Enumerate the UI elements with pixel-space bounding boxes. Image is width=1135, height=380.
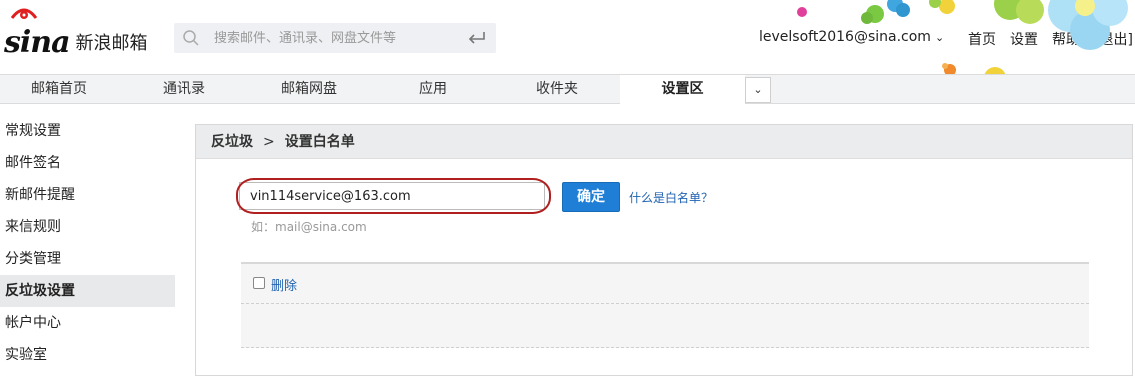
tab-contacts[interactable]: 通讯录 — [125, 75, 243, 103]
settings-link[interactable]: 设置 — [1010, 29, 1038, 49]
account-menu[interactable]: levelsoft2016@sina.com ⌄ — [759, 29, 944, 45]
sidebar-item-categories[interactable]: 分类管理 — [0, 243, 175, 275]
search-input[interactable] — [214, 23, 454, 53]
sidebar-item-general[interactable]: 常规设置 — [0, 115, 175, 147]
whitelist-entries — [241, 305, 1089, 348]
search-box[interactable] — [174, 23, 496, 53]
sidebar-item-antispam[interactable]: 反垃圾设置 — [0, 275, 175, 307]
sina-logo[interactable]: sina 新浪邮箱 — [4, 8, 148, 60]
tab-apps[interactable]: 应用 — [374, 75, 492, 103]
tab-mail-home[interactable]: 邮箱首页 — [0, 75, 118, 103]
account-email: levelsoft2016@sina.com — [759, 29, 931, 45]
tab-settings[interactable]: 设置区 — [620, 75, 745, 104]
top-links: 首页 设置 帮助 [退出] — [968, 29, 1133, 49]
tab-more-button[interactable]: ⌄ — [745, 77, 771, 103]
delete-button[interactable]: 删除 — [271, 275, 297, 294]
tab-inbox-folders[interactable]: 收件夹 — [498, 75, 616, 103]
sidebar-item-filter-rules[interactable]: 来信规则 — [0, 211, 175, 243]
what-is-whitelist-link[interactable]: 什么是白名单？ — [629, 189, 713, 206]
tab-netdisk[interactable]: 邮箱网盘 — [250, 75, 368, 103]
help-link[interactable]: 帮助 — [1052, 29, 1080, 49]
breadcrumb-parent[interactable]: 反垃圾 — [211, 134, 253, 150]
breadcrumb-separator: > — [263, 134, 275, 150]
logo-text: 新浪邮箱 — [75, 33, 148, 54]
chevron-down-icon: ⌄ — [753, 83, 763, 96]
sidebar-item-signature[interactable]: 邮件签名 — [0, 147, 175, 179]
sidebar-item-lab[interactable]: 实验室 — [0, 339, 175, 371]
settings-sidebar: 常规设置 邮件签名 新邮件提醒 来信规则 分类管理 反垃圾设置 帐户中心 实验室 — [0, 104, 175, 380]
whitelist-email-field[interactable] — [239, 182, 545, 210]
header: sina 新浪邮箱 levelsoft2016@sina.com⌄ 首页 设置 … — [0, 0, 1135, 74]
sidebar-item-account-center[interactable]: 帐户中心 — [0, 307, 175, 339]
logo-sina-wordmark: sina — [4, 25, 71, 60]
breadcrumb: 反垃圾 > 设置白名单 — [196, 125, 1132, 159]
list-toolbar: 删除 — [241, 264, 1089, 304]
enter-icon[interactable] — [468, 31, 486, 45]
sidebar-item-new-mail-alert[interactable]: 新邮件提醒 — [0, 179, 175, 211]
breadcrumb-current: 设置白名单 — [284, 134, 355, 150]
main-nav: 邮箱首页 通讯录 邮箱网盘 应用 收件夹 设置区 ⌄ — [0, 74, 1135, 104]
confirm-button[interactable]: 确定 — [562, 182, 620, 212]
logout-link[interactable]: [退出] — [1094, 29, 1133, 49]
whitelist-panel: 反垃圾 > 设置白名单 确定 什么是白名单？ 如：mail@sina.com 删除 — [195, 124, 1133, 376]
logo-eye-icon — [10, 8, 38, 19]
chevron-down-icon: ⌄ — [934, 31, 945, 44]
home-link[interactable]: 首页 — [968, 29, 996, 49]
select-all-checkbox[interactable] — [253, 277, 265, 289]
whitelist-list: 删除 — [241, 262, 1089, 348]
search-icon — [183, 30, 199, 46]
email-format-hint: 如：mail@sina.com — [251, 220, 367, 234]
